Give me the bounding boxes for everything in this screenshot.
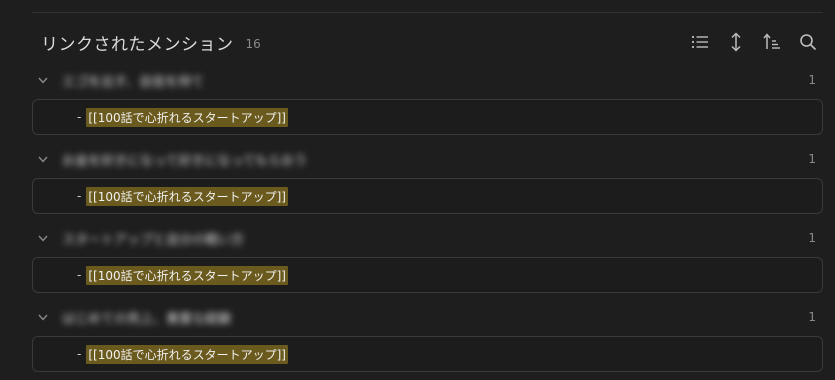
group-header[interactable]: お金を好きになって好きになってもらおう 1 xyxy=(32,145,823,173)
note-title[interactable]: スタートアップと自分の戦い方 xyxy=(62,229,244,248)
bullet-dash: - xyxy=(77,189,82,203)
linked-mentions-header: リンクされたメンション 16 xyxy=(41,28,819,56)
highlighted-link[interactable]: [[100話で心折れるスタートアップ]] xyxy=(86,344,288,364)
match-result[interactable]: - [[100話で心折れるスタートアップ]] xyxy=(32,99,823,135)
highlighted-link[interactable]: [[100話で心折れるスタートアップ]] xyxy=(86,265,288,285)
match-result[interactable]: - [[100話で心折れるスタートアップ]] xyxy=(32,336,823,372)
highlighted-link[interactable]: [[100話で心折れるスタートアップ]] xyxy=(86,107,288,127)
match-count: 1 xyxy=(808,73,816,87)
divider xyxy=(32,12,823,13)
list-icon[interactable] xyxy=(689,31,711,53)
bullet-dash: - xyxy=(77,268,82,282)
mention-groups: エゴを出す、自信を持て 1 - [[100話で心折れるスタートアップ]] お金を… xyxy=(32,66,823,380)
chevron-down-icon[interactable] xyxy=(36,152,50,166)
match-count: 1 xyxy=(808,231,816,245)
mention-group: スタートアップと自分の戦い方 1 - [[100話で心折れるスタートアップ]] xyxy=(32,224,823,303)
mention-group: はじめての売上、貴重な経験 1 - [[100話で心折れるスタートアップ]] xyxy=(32,303,823,380)
note-title[interactable]: お金を好きになって好きになってもらおう xyxy=(62,150,307,169)
group-header[interactable]: はじめての売上、貴重な経験 1 xyxy=(32,303,823,331)
sort-icon[interactable] xyxy=(761,31,783,53)
mention-group: お金を好きになって好きになってもらおう 1 - [[100話で心折れるスタートア… xyxy=(32,145,823,224)
bullet-dash: - xyxy=(77,110,82,124)
note-title[interactable]: はじめての売上、貴重な経験 xyxy=(62,308,231,327)
group-header[interactable]: スタートアップと自分の戦い方 1 xyxy=(32,224,823,252)
mention-group: エゴを出す、自信を持て 1 - [[100話で心折れるスタートアップ]] xyxy=(32,66,823,145)
match-count: 1 xyxy=(808,310,816,324)
search-icon[interactable] xyxy=(797,31,819,53)
header-toolbar xyxy=(689,31,819,53)
group-header[interactable]: エゴを出す、自信を持て 1 xyxy=(32,66,823,94)
mention-count: 16 xyxy=(245,36,261,51)
bullet-dash: - xyxy=(77,347,82,361)
chevron-down-icon[interactable] xyxy=(36,310,50,324)
expand-collapse-icon[interactable] xyxy=(725,31,747,53)
section-title: リンクされたメンション xyxy=(41,34,234,55)
match-result[interactable]: - [[100話で心折れるスタートアップ]] xyxy=(32,257,823,293)
chevron-down-icon[interactable] xyxy=(36,73,50,87)
note-title[interactable]: エゴを出す、自信を持て xyxy=(62,71,204,90)
chevron-down-icon[interactable] xyxy=(36,231,50,245)
match-result[interactable]: - [[100話で心折れるスタートアップ]] xyxy=(32,178,823,214)
highlighted-link[interactable]: [[100話で心折れるスタートアップ]] xyxy=(86,186,288,206)
match-count: 1 xyxy=(808,152,816,166)
linked-mentions-panel: リンクされたメンション 16 エゴを出す、自信を持て 1 - [[100話で心折… xyxy=(0,0,835,380)
